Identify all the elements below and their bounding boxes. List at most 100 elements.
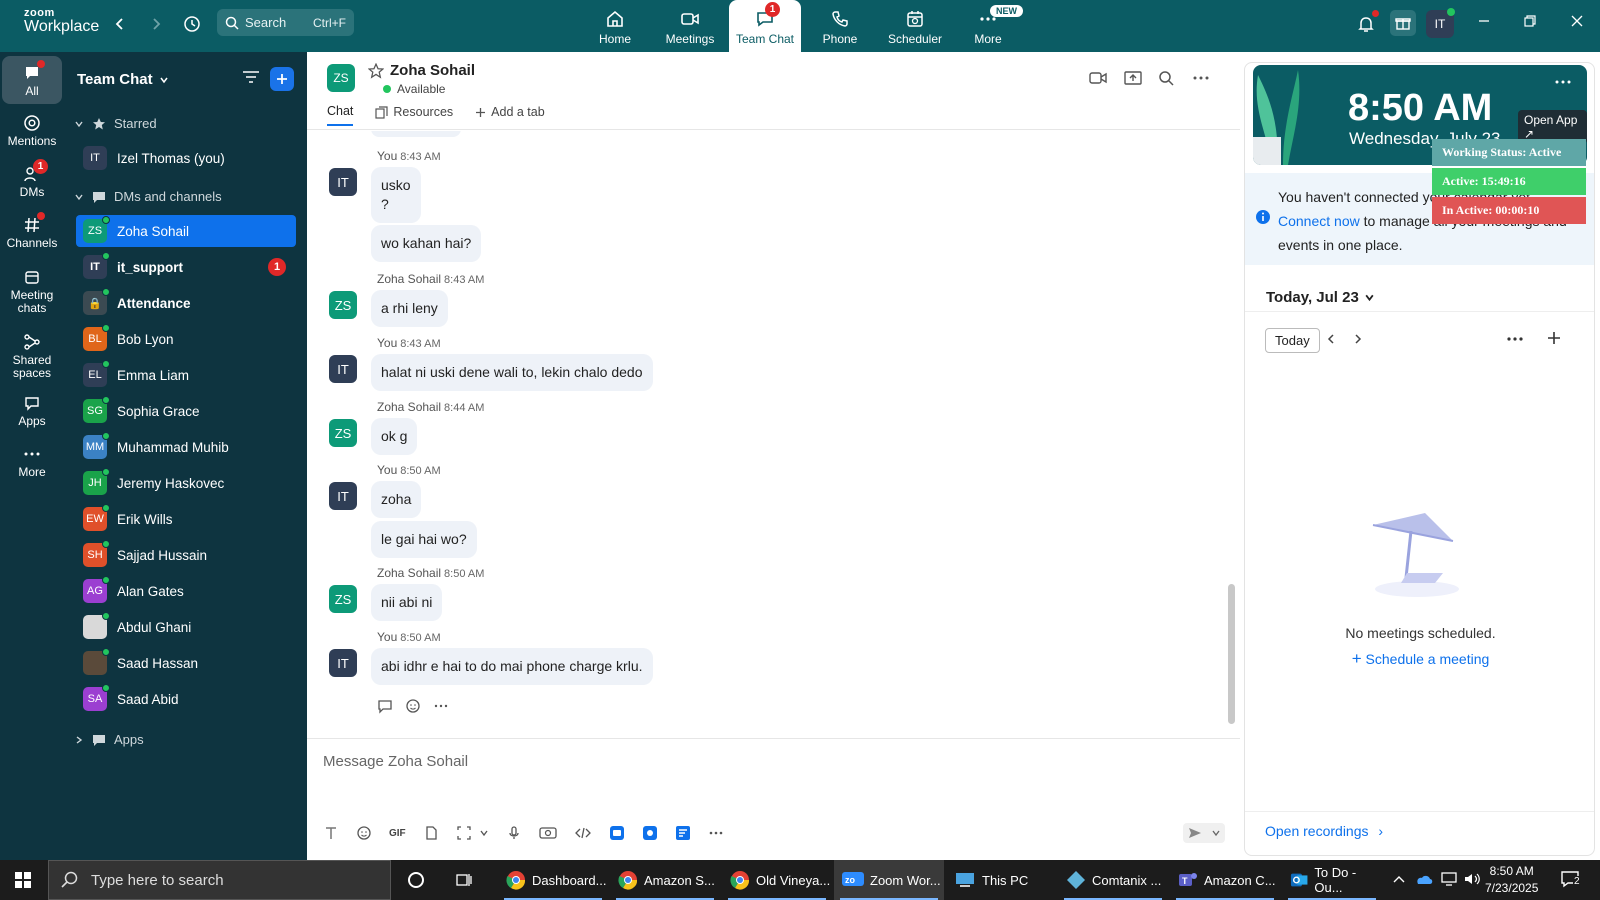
taskbar-search[interactable]: Type here to search [48, 860, 391, 900]
message-bubble[interactable]: halat ni uski dene wali to, lekin chalo … [371, 354, 653, 391]
message-avatar[interactable]: ZS [329, 585, 357, 613]
gif-button[interactable]: GIF [389, 828, 406, 839]
send-button[interactable] [1183, 823, 1225, 843]
message-sender[interactable]: Zoha Sohail [377, 400, 441, 414]
message-bubble[interactable]: wo kahan hai? [371, 225, 482, 262]
rail-more[interactable]: More [2, 445, 62, 479]
onedrive-icon[interactable] [1414, 872, 1434, 886]
schedule-meeting-link[interactable]: + Schedule a meeting [1245, 649, 1594, 669]
channel-item[interactable]: AG Alan Gates [76, 575, 296, 607]
starred-item[interactable]: IT Izel Thomas (you) [76, 142, 296, 174]
search-icon[interactable] [1158, 70, 1174, 86]
message-sender[interactable]: You [377, 630, 397, 644]
text-format-icon[interactable] [323, 825, 339, 841]
message-sender[interactable]: You [377, 149, 397, 163]
message-avatar[interactable]: IT [329, 482, 357, 510]
filter-icon[interactable] [242, 70, 260, 84]
notification-center-icon[interactable]: 2 [1560, 870, 1586, 890]
message-avatar[interactable]: IT [329, 355, 357, 383]
windows-start-icon[interactable] [14, 871, 32, 889]
taskbar-app-chrome-old-vineyard[interactable]: Old Vineya... [722, 860, 832, 900]
rail-mentions[interactable]: Mentions [2, 114, 62, 148]
taskbar-app-teams[interactable]: T Amazon C... [1170, 860, 1280, 900]
channel-item[interactable]: JH Jeremy Haskovec [76, 467, 296, 499]
screenshot-icon[interactable] [456, 825, 472, 841]
message-bubble[interactable]: abi idhr e hai to do mai phone charge kr… [371, 648, 653, 685]
share-screen-icon[interactable] [1124, 70, 1142, 86]
channel-item[interactable]: SA Saad Abid [76, 683, 296, 715]
emoji-reaction-icon[interactable] [405, 698, 421, 714]
tab-chat[interactable]: Chat [327, 104, 354, 126]
message-sender[interactable]: You [377, 463, 397, 477]
code-snippet-icon[interactable] [574, 825, 592, 841]
message-bubble[interactable]: le gai hai wo? [371, 521, 477, 558]
message-sender[interactable]: Zoha Sohail [377, 272, 441, 286]
nav-scheduler[interactable]: Scheduler [879, 0, 951, 52]
cortana-icon[interactable] [407, 871, 425, 889]
plus-icon[interactable] [1547, 331, 1561, 345]
forward-arrow-icon[interactable] [144, 12, 168, 36]
app-blue-3-icon[interactable] [675, 825, 691, 841]
taskbar-app-zoom[interactable]: zo Zoom Wor... [834, 860, 944, 900]
back-arrow-icon[interactable] [108, 12, 132, 36]
channel-item[interactable]: SH Sajjad Hussain [76, 539, 296, 571]
app-blue-2-icon[interactable] [642, 825, 658, 841]
message-bubble[interactable]: zoha [371, 481, 422, 518]
volume-icon[interactable] [1463, 872, 1481, 886]
connect-now-link[interactable]: Connect now [1278, 213, 1360, 229]
contact-name[interactable]: Zoha Sohail [390, 62, 475, 79]
rail-channels[interactable]: Channels [2, 212, 62, 250]
chevron-down-icon[interactable] [479, 828, 489, 838]
taskbar-app-comtanix[interactable]: Comtanix ... [1058, 860, 1168, 900]
message-composer[interactable]: Message Zoha Sohail GIF [307, 738, 1240, 860]
nav-phone[interactable]: Phone [804, 0, 876, 52]
close-icon[interactable] [1570, 14, 1584, 28]
message-avatar[interactable]: ZS [329, 419, 357, 447]
today-header[interactable]: Today, Jul 23 [1266, 289, 1375, 306]
new-chat-button[interactable] [270, 67, 294, 91]
rail-meeting-chats[interactable]: Meeting chats [2, 268, 62, 315]
channel-item[interactable]: IT it_support 1 [76, 251, 296, 283]
gift-icon[interactable] [1390, 10, 1416, 36]
more-dots-icon[interactable] [1555, 79, 1571, 85]
minimize-icon[interactable] [1477, 14, 1491, 28]
video-call-icon[interactable] [1089, 70, 1107, 86]
network-icon[interactable] [1440, 872, 1458, 886]
chevron-left-icon[interactable] [1326, 334, 1336, 344]
rail-dms[interactable]: 1 DMs [2, 159, 62, 199]
message-bubble[interactable]: ok g [371, 418, 418, 455]
taskbar-app-chrome-dashboard[interactable]: Dashboard... [498, 860, 608, 900]
taskbar-clock[interactable]: 8:50 AM 7/23/2025 [1485, 863, 1538, 897]
message-bubble[interactable]: nii abi ni [371, 584, 443, 621]
channel-item[interactable]: BL Bob Lyon [76, 323, 296, 355]
message-avatar[interactable]: ZS [329, 291, 357, 319]
rail-shared-spaces[interactable]: Shared spaces [2, 333, 62, 380]
channel-item[interactable]: MM Muhammad Muhib [76, 431, 296, 463]
tab-resources[interactable]: Resources [375, 104, 453, 126]
message-bubble[interactable]: usko ? [371, 167, 421, 223]
channel-item[interactable]: 🔒 Attendance [76, 287, 296, 319]
video-message-icon[interactable] [539, 825, 557, 841]
channel-item[interactable]: SG Sophia Grace [76, 395, 296, 427]
star-icon[interactable] [368, 63, 384, 79]
restore-icon[interactable] [1523, 14, 1537, 28]
channel-item[interactable]: EW Erik Wills [76, 503, 296, 535]
section-dms-channels[interactable]: DMs and channels [74, 189, 222, 204]
message-input[interactable]: Message Zoha Sohail [323, 753, 468, 770]
more-dots-icon[interactable] [433, 698, 449, 714]
channel-item[interactable]: ZS Zoha Sohail [76, 215, 296, 247]
message-sender[interactable]: Zoha Sohail [377, 566, 441, 580]
tab-add[interactable]: Add a tab [475, 104, 545, 126]
more-options-icon[interactable] [1192, 70, 1210, 86]
chevron-up-icon[interactable] [1392, 873, 1406, 887]
chat-scrollbar[interactable] [1228, 584, 1235, 724]
message-bubble[interactable]: a rhi leny [371, 290, 448, 327]
more-dots-icon[interactable] [708, 825, 724, 841]
microphone-icon[interactable] [506, 825, 522, 841]
channel-item[interactable]: Saad Hassan [76, 647, 296, 679]
task-view-icon[interactable] [455, 871, 473, 889]
message-avatar[interactable]: IT [329, 168, 357, 196]
rail-all[interactable]: All [2, 56, 62, 104]
section-apps[interactable]: Apps [74, 732, 144, 747]
today-button[interactable]: Today [1265, 328, 1320, 353]
